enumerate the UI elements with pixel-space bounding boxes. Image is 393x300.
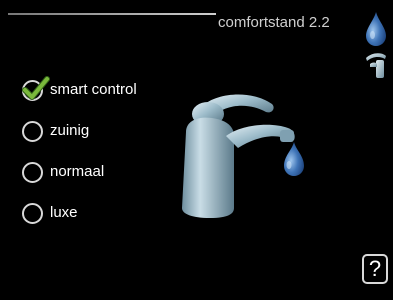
radio-zuinig[interactable] [22, 120, 43, 142]
option-label-normaal: normaal [50, 163, 105, 180]
comfort-mode-options: smart control zuinig normaal luxe [22, 75, 137, 243]
option-label-smart-control: smart control [50, 81, 137, 98]
option-label-zuinig: zuinig [50, 122, 90, 139]
radio-smart-control[interactable] [22, 75, 50, 101]
hot-water-comfort-screen: comfortstand 2.2 smart control zuinig no… [0, 0, 393, 300]
title-divider [8, 13, 216, 15]
option-smart-control[interactable]: smart control [22, 75, 137, 101]
radio-luxe[interactable] [22, 202, 43, 224]
checkmark-icon [22, 75, 50, 100]
option-luxe[interactable]: luxe [22, 202, 137, 224]
page-title: comfortstand 2.2 [218, 14, 330, 31]
faucet-with-drop-icon [182, 94, 304, 218]
option-zuinig[interactable]: zuinig [22, 120, 137, 142]
radio-normaal[interactable] [22, 161, 43, 183]
option-label-luxe: luxe [50, 204, 78, 221]
help-button[interactable]: ? [362, 254, 388, 284]
option-normaal[interactable]: normaal [22, 161, 137, 183]
water-drop-icon [366, 12, 386, 46]
faucet-icon [366, 53, 386, 78]
